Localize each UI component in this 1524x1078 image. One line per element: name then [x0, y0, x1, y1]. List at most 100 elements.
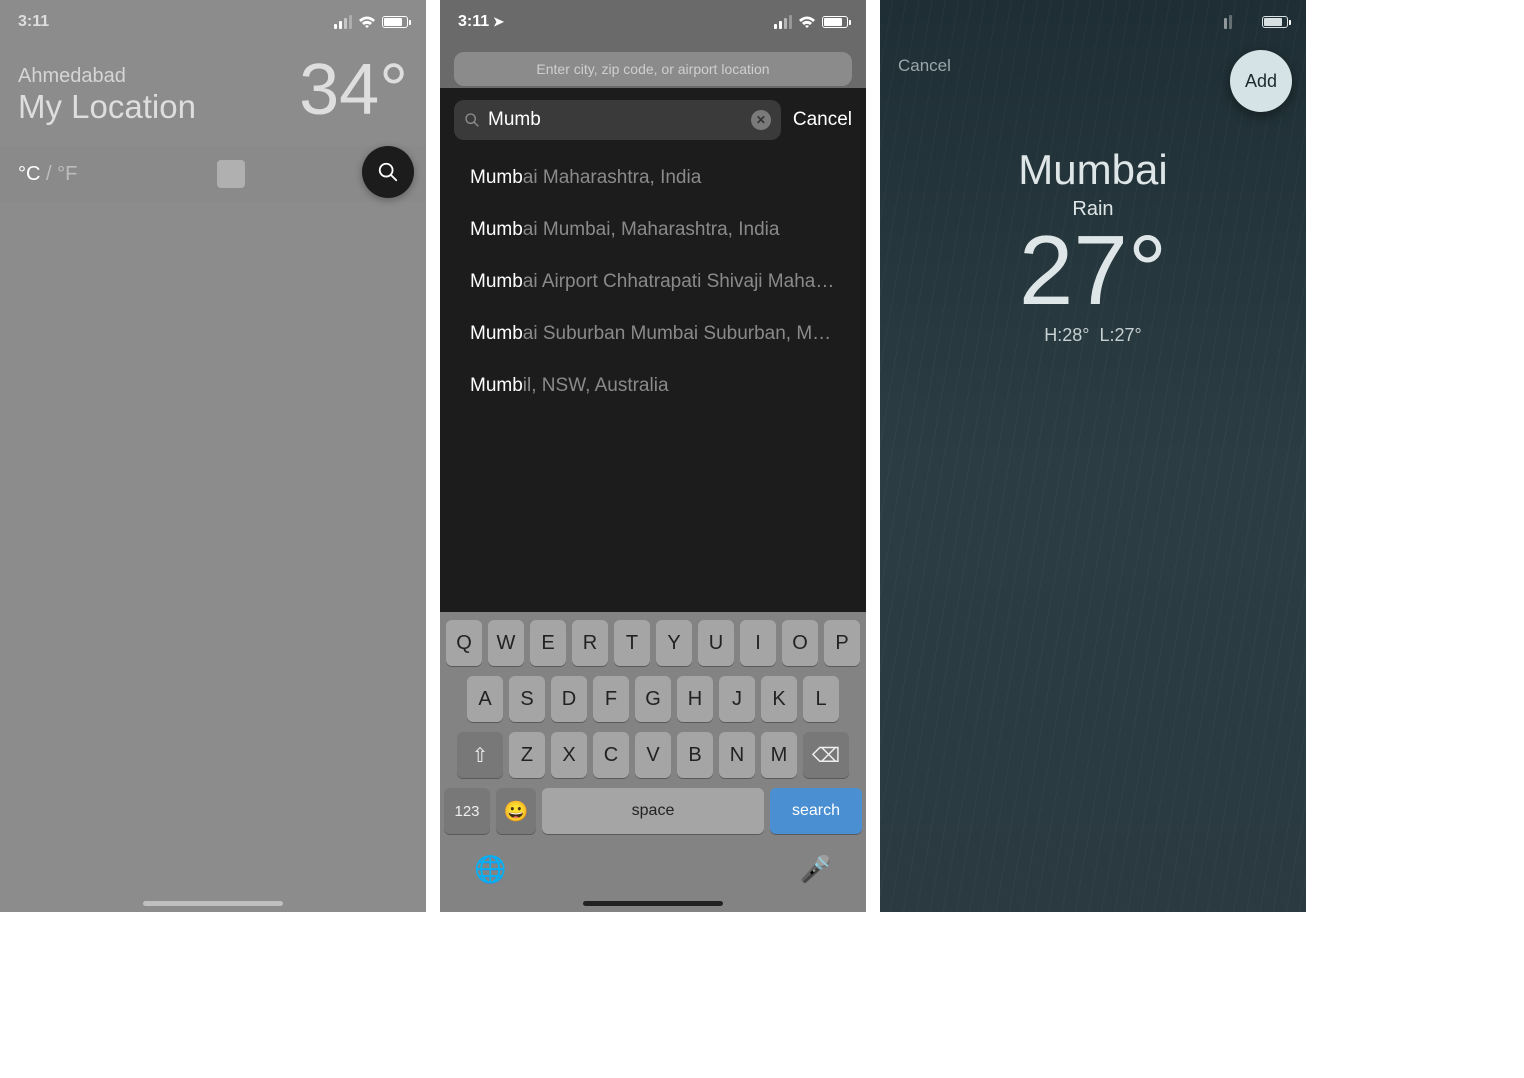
clear-button[interactable]: ✕ [751, 110, 771, 130]
search-input[interactable] [488, 109, 743, 131]
location-arrow-icon: ➤ [493, 14, 504, 29]
key-z[interactable]: Z [509, 732, 545, 778]
search-result-item[interactable]: Mumbai Suburban Mumbai Suburban, M… [440, 308, 866, 360]
key-y[interactable]: Y [656, 620, 692, 666]
keyboard: QWERTYUIOP ASDFGHJKL ⇧ZXCVBNM⌫ 123 😀 spa… [440, 612, 866, 912]
unit-c: °C [18, 163, 40, 185]
key-v[interactable]: V [635, 732, 671, 778]
daily-row: Saturday⛅3026 [880, 595, 1306, 635]
daily-forecast[interactable]: Thursday🌧️70%2927Friday☁️3027Saturday⛅30… [880, 511, 1306, 839]
key-a[interactable]: A [467, 676, 503, 722]
search-hint: Enter city, zip code, or airport locatio… [454, 52, 852, 86]
temperature: 27° [880, 221, 1306, 319]
key-w[interactable]: W [488, 620, 524, 666]
daily-row: Monday☀️2926 [880, 675, 1306, 715]
location-arrow-icon: ➤ [933, 14, 944, 29]
battery-icon [1262, 16, 1288, 28]
wifi-icon [358, 16, 376, 29]
hourly-item: 6PM☁️28° [1164, 411, 1235, 496]
search-result-item[interactable]: Mumbai Maharashtra, India [440, 152, 866, 204]
status-bar: 3:11➤ [880, 0, 1306, 44]
unit-toggle[interactable]: °C / °F [18, 163, 77, 186]
hourly-item: 5PM☁️27° [1093, 411, 1164, 496]
wifi-icon [1238, 16, 1256, 29]
home-indicator[interactable] [583, 901, 723, 906]
cellular-icon [1214, 15, 1232, 29]
key-d[interactable]: D [551, 676, 587, 722]
search-sheet: ✕ Cancel Mumbai Maharashtra, IndiaMumbai… [440, 88, 866, 912]
hourly-item: 3PM☁️27° [951, 411, 1022, 496]
key-c[interactable]: C [593, 732, 629, 778]
key-i[interactable]: I [740, 620, 776, 666]
status-time: 3:11 [18, 13, 49, 31]
search-result-item[interactable]: Mumbil, NSW, Australia [440, 360, 866, 412]
search-button[interactable] [362, 146, 414, 198]
hourly-item: 4PM☁️27° [1022, 411, 1093, 496]
daily-row: Wednesday☀️3025 [880, 755, 1306, 795]
search-icon [464, 112, 480, 128]
daily-row: Sunday⛅2926 [880, 635, 1306, 675]
key-j[interactable]: J [719, 676, 755, 722]
key-m[interactable]: M [761, 732, 797, 778]
key-123[interactable]: 123 [444, 788, 490, 834]
key-l[interactable]: L [803, 676, 839, 722]
daily-row: Friday☁️3027 [880, 555, 1306, 595]
key-search[interactable]: search [770, 788, 862, 834]
key-q[interactable]: Q [446, 620, 482, 666]
key-r[interactable]: R [572, 620, 608, 666]
status-bar: 3:11 [0, 0, 426, 44]
city-name: Ahmedabad [18, 65, 196, 88]
battery-icon [822, 16, 848, 28]
phone-add-city: 3:11➤ Cancel Add Mumbai Rain 27° H:28° L… [880, 0, 1306, 912]
high-low: H:28° L:27° [880, 325, 1306, 346]
status-time: 3:11➤ [898, 13, 944, 31]
globe-icon[interactable]: 🌐 [474, 854, 506, 885]
hourly-forecast[interactable]: Now☁️27°3PM☁️27°4PM☁️27°5PM☁️27°6PM☁️28°… [880, 396, 1306, 511]
daily-row: Tuesday☀️2925 [880, 715, 1306, 755]
key-h[interactable]: H [677, 676, 713, 722]
search-results: Mumbai Maharashtra, IndiaMumbai Mumbai, … [440, 152, 866, 412]
cellular-icon [774, 15, 792, 29]
weather-hero: Mumbai Rain 27° H:28° L:27° [880, 76, 1306, 366]
status-right [334, 15, 408, 29]
key-t[interactable]: T [614, 620, 650, 666]
key-emoji[interactable]: 😀 [496, 788, 536, 834]
status-bar: 3:11➤ [440, 0, 866, 44]
status-time: 3:11➤ [458, 13, 504, 31]
key-g[interactable]: G [635, 676, 671, 722]
key-space[interactable]: space [542, 788, 764, 834]
key-b[interactable]: B [677, 732, 713, 778]
search-result-item[interactable]: Mumbai Mumbai, Maharashtra, India [440, 204, 866, 256]
status-right [774, 15, 848, 29]
key-k[interactable]: K [761, 676, 797, 722]
key-n[interactable]: N [719, 732, 755, 778]
key-backspace[interactable]: ⌫ [803, 732, 849, 778]
key-f[interactable]: F [593, 676, 629, 722]
cellular-icon [334, 15, 352, 29]
daily-row: Thursday☀️3026 [880, 795, 1306, 835]
phone-search: 3:11➤ Enter city, zip code, or airport l… [440, 0, 866, 912]
key-x[interactable]: X [551, 732, 587, 778]
key-u[interactable]: U [698, 620, 734, 666]
key-s[interactable]: S [509, 676, 545, 722]
search-result-item[interactable]: Mumbai Airport Chhatrapati Shivaji Maha… [440, 256, 866, 308]
low: L:27° [1100, 325, 1142, 345]
cancel-button[interactable]: Cancel [898, 56, 951, 76]
key-p[interactable]: P [824, 620, 860, 666]
city-name: Mumbai [880, 146, 1306, 194]
unit-sep: / [40, 163, 57, 185]
key-e[interactable]: E [530, 620, 566, 666]
weather-summary-row[interactable]: Ahmedabad My Location 34° [0, 44, 426, 146]
search-field[interactable]: ✕ [454, 100, 781, 140]
daily-row: Thursday🌧️70%2927 [880, 515, 1306, 555]
key-o[interactable]: O [782, 620, 818, 666]
home-indicator[interactable] [143, 901, 283, 906]
phone-weather-list: 3:11 Ahmedabad My Location 34° °C / °F [0, 0, 426, 912]
key-shift[interactable]: ⇧ [457, 732, 503, 778]
battery-icon [382, 16, 408, 28]
bottom-toolbar: °C / °F [0, 146, 426, 202]
weather-channel-logo[interactable] [217, 160, 245, 188]
mic-icon[interactable]: 🎤 [800, 854, 832, 885]
wifi-icon [798, 16, 816, 29]
cancel-button[interactable]: Cancel [793, 109, 852, 131]
